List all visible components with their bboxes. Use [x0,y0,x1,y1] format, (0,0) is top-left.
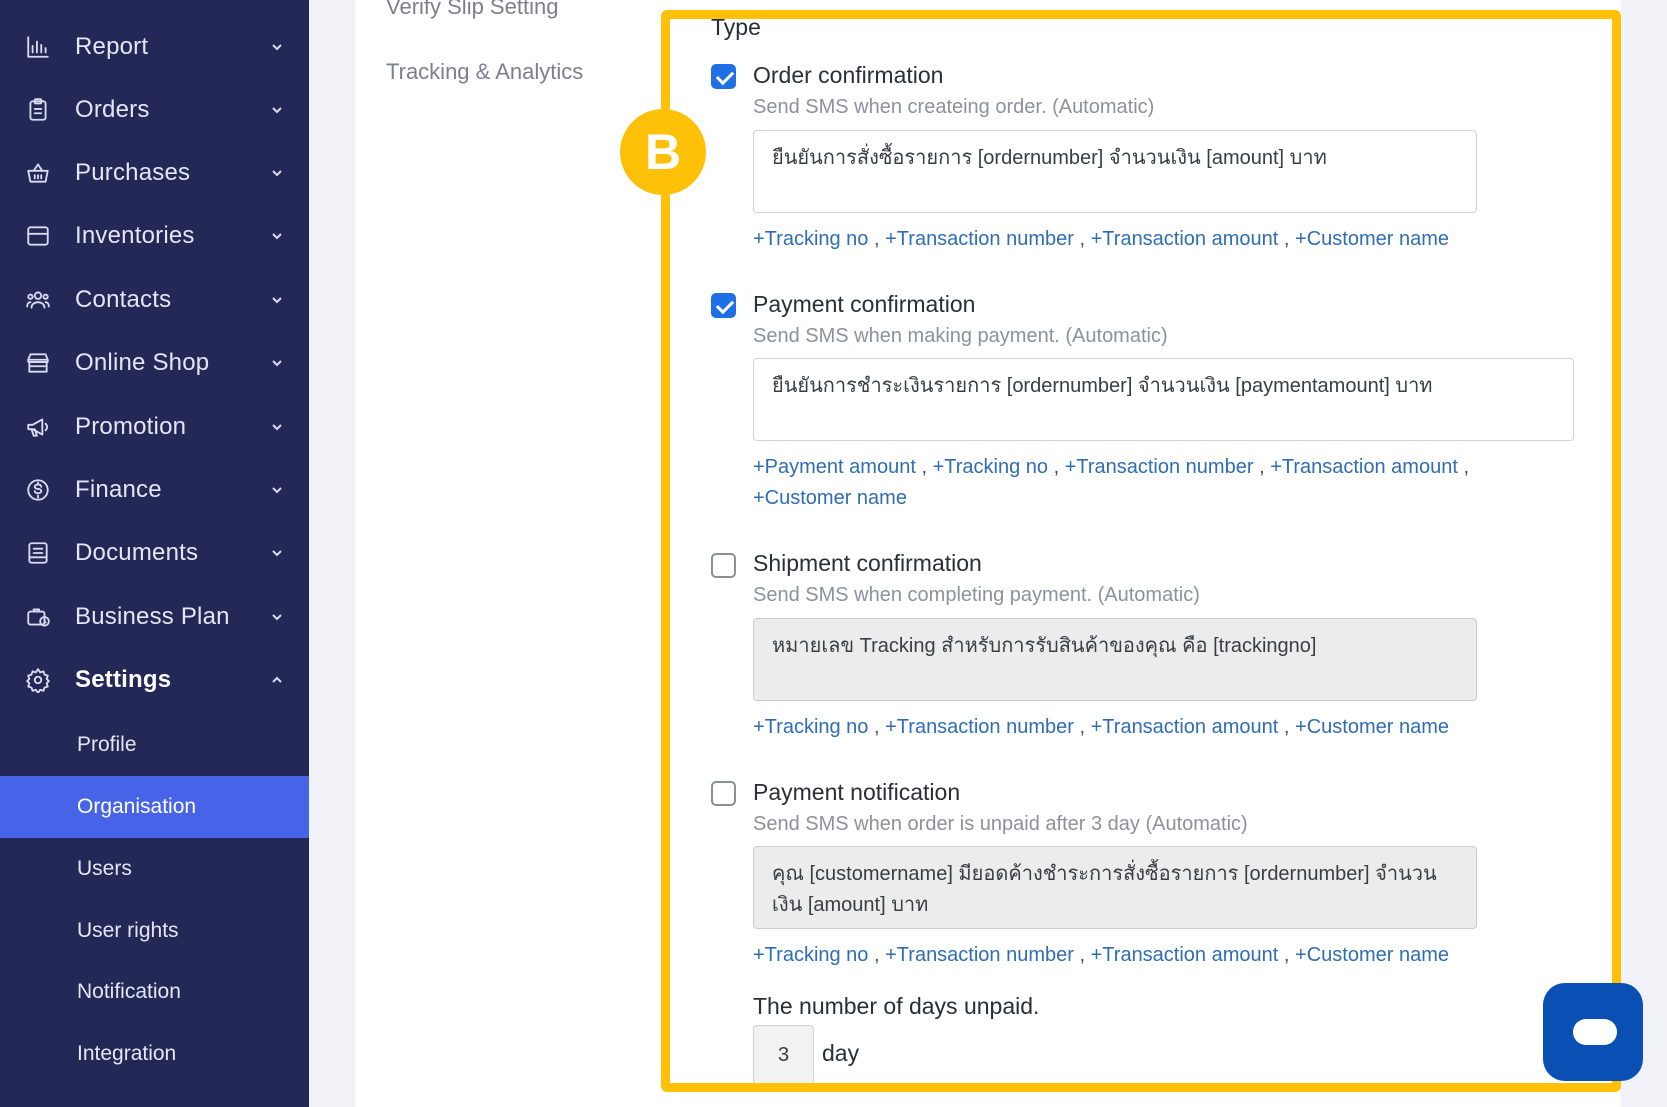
chevron-down-icon [270,293,284,307]
submenu-link-tracking-analytics[interactable]: Tracking & Analytics [386,59,583,85]
tag-customer-name[interactable]: +Customer name [1295,228,1449,250]
sidebar: Report Orders Purchases Inventories Cont… [0,0,309,1107]
sidebar-item-label: Purchases [75,158,191,186]
chevron-down-icon [270,420,284,434]
sidebar-item-label: Contacts [75,285,172,313]
chevron-down-icon [270,356,284,370]
tag-customer-name[interactable]: +Customer name [753,487,907,509]
sidebar-item-label: Finance [75,475,162,503]
payment-confirmation-checkbox[interactable] [711,293,736,318]
payment-confirmation-message[interactable]: ยืนยันการชำระเงินรายการ [ordernumber] จำ… [753,358,1574,441]
tag-transaction-amount[interactable]: +Transaction amount [1091,716,1279,738]
megaphone-icon [24,413,52,441]
tag-customer-name[interactable]: +Customer name [1295,716,1449,738]
tag-transaction-number[interactable]: +Transaction number [885,716,1074,738]
order-confirmation-title: Order confirmation [753,62,944,88]
payment-notification-message: คุณ [customername] มียอดค้างชำระการสั่งซ… [753,846,1477,929]
days-unpaid-input[interactable]: 3 [753,1025,814,1085]
shipment-confirmation-title: Shipment confirmation [753,550,982,576]
sidebar-item-settings[interactable]: Settings [0,648,309,711]
briefcase-icon [24,603,52,631]
sidebar-item-label: Online Shop [75,348,210,376]
box-icon [24,222,52,250]
chevron-down-icon [270,483,284,497]
sidebar-item-finance[interactable]: Finance [0,458,309,521]
sidebar-item-label: Documents [75,538,199,566]
tag-tracking-no[interactable]: +Tracking no [753,716,868,738]
sidebar-item-inventories[interactable]: Inventories [0,204,309,267]
shipment-confirmation-tags: +Tracking no , +Transaction number , +Tr… [753,716,1449,738]
sidebar-item-label: Promotion [75,412,187,440]
payment-confirmation-description: Send SMS when making payment. (Automatic… [753,325,1168,347]
sidebar-item-label: Inventories [75,221,195,249]
order-confirmation-tags: +Tracking no , +Transaction number , +Tr… [753,228,1449,250]
tag-customer-name[interactable]: +Customer name [1295,944,1449,966]
shipment-confirmation-description: Send SMS when completing payment. (Autom… [753,584,1200,606]
step-badge: B [620,109,706,195]
settings-submenu: Verify Slip Setting Tracking & Analytics [355,0,665,1107]
order-confirmation-description: Send SMS when createing order. (Automati… [753,96,1155,118]
bar-chart-icon [24,33,52,61]
order-confirmation-checkbox[interactable] [711,64,736,89]
type-heading: Type [711,14,761,40]
dollar-circle-icon [24,476,52,504]
sidebar-item-orders[interactable]: Orders [0,78,309,141]
chat-widget-button[interactable] [1543,983,1643,1081]
tag-transaction-amount[interactable]: +Transaction amount [1270,456,1458,478]
sidebar-item-report[interactable]: Report [0,15,309,78]
sidebar-item-label: Report [75,32,149,60]
sidebar-subitem-user-rights[interactable]: User rights [0,900,309,962]
people-icon [24,286,52,314]
tag-transaction-number[interactable]: +Transaction number [885,228,1074,250]
basket-icon [24,159,52,187]
sidebar-item-label: Orders [75,95,150,123]
sidebar-subitem-organisation[interactable]: Organisation [0,776,309,838]
store-icon [24,349,52,377]
chevron-down-icon [270,103,284,117]
shipment-confirmation-message: หมายเลข Tracking สำหรับการรับสินค้าของคุ… [753,618,1477,701]
payment-notification-tags: +Tracking no , +Transaction number , +Tr… [753,944,1449,966]
sidebar-item-label: Settings [75,665,172,693]
payment-confirmation-title: Payment confirmation [753,291,976,317]
sidebar-item-contacts[interactable]: Contacts [0,268,309,331]
sidebar-item-promotion[interactable]: Promotion [0,395,309,458]
sidebar-item-online-shop[interactable]: Online Shop [0,331,309,394]
tag-tracking-no[interactable]: +Tracking no [753,228,868,250]
sidebar-subitem-users[interactable]: Users [0,838,309,900]
chevron-down-icon [270,40,284,54]
days-unit-label: day [822,1040,860,1066]
tag-transaction-number[interactable]: +Transaction number [1065,456,1254,478]
clipboard-icon [24,96,52,124]
sidebar-item-purchases[interactable]: Purchases [0,141,309,204]
tag-transaction-amount[interactable]: +Transaction amount [1091,944,1279,966]
payment-notification-checkbox[interactable] [711,781,736,806]
sidebar-item-business-plan[interactable]: Business Plan [0,585,309,648]
sidebar-subitem-profile[interactable]: Profile [0,714,309,776]
chevron-down-icon [270,166,284,180]
tag-payment-amount[interactable]: +Payment amount [753,456,916,478]
tag-transaction-number[interactable]: +Transaction number [885,944,1074,966]
days-unpaid-label: The number of days unpaid. [753,993,1040,1019]
tag-transaction-amount[interactable]: +Transaction amount [1091,228,1279,250]
sms-settings-panel: Type Order confirmation Send SMS when cr… [665,0,1621,1107]
payment-notification-title: Payment notification [753,779,961,805]
tag-tracking-no[interactable]: +Tracking no [753,944,868,966]
sidebar-item-label: Business Plan [75,602,230,630]
sidebar-subitem-integration[interactable]: Integration [0,1023,309,1085]
chevron-down-icon [270,610,284,624]
chevron-up-icon [270,673,284,687]
sidebar-item-documents[interactable]: Documents [0,521,309,584]
payment-notification-description: Send SMS when order is unpaid after 3 da… [753,813,1248,835]
shipment-confirmation-checkbox[interactable] [711,553,736,578]
document-icon [24,539,52,567]
order-confirmation-message[interactable]: ยืนยันการสั่งซื้อรายการ [ordernumber] จำ… [753,130,1477,213]
gear-icon [24,666,52,694]
submenu-link-verify-slip[interactable]: Verify Slip Setting [386,0,558,20]
chevron-down-icon [270,546,284,560]
payment-confirmation-tags: +Payment amount , +Tracking no , +Transa… [753,456,1470,509]
chevron-down-icon [270,229,284,243]
chat-bubble-icon [1573,1019,1617,1045]
tag-tracking-no[interactable]: +Tracking no [933,456,1048,478]
sidebar-subitem-notification[interactable]: Notification [0,961,309,1023]
